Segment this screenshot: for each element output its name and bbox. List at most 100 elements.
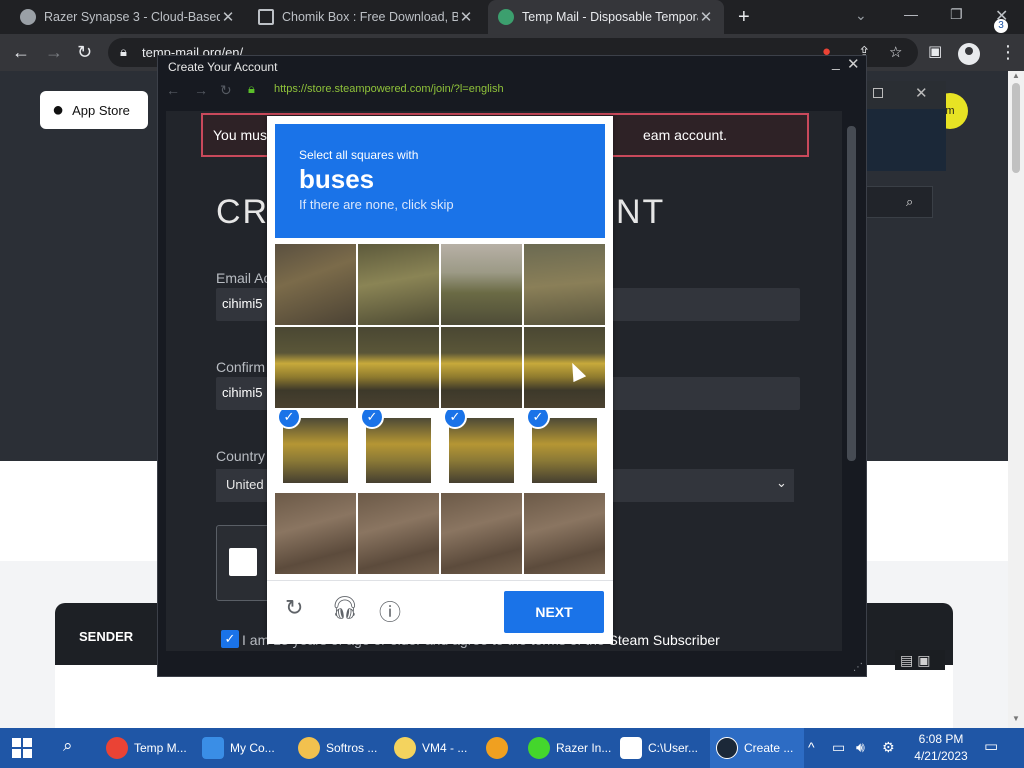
globe-icon [20, 9, 36, 25]
search-icon[interactable]: ⌕ [63, 736, 73, 756]
razer-icon [528, 737, 550, 759]
image-tile[interactable] [275, 327, 356, 408]
sender-column-header: SENDER [79, 629, 134, 644]
network-icon[interactable]: ▭ [832, 739, 845, 756]
taskbar-item-vm4[interactable]: VM4 - ... [388, 728, 482, 768]
image-tile[interactable] [524, 493, 605, 574]
tile-image [275, 493, 356, 574]
image-tile[interactable] [524, 327, 605, 408]
window-scrollbar[interactable] [847, 126, 856, 461]
tab-title: Chomik Box : Free Download, Bo [282, 10, 458, 24]
settings-gear-icon[interactable]: ⚙ [882, 739, 895, 756]
reload-icon[interactable]: ↻ [285, 595, 303, 621]
captcha-widget [216, 525, 274, 601]
side-panel-icon[interactable]: ▣ [928, 42, 942, 60]
image-tile[interactable] [441, 327, 522, 408]
chat-bubble-icon [394, 737, 416, 759]
volume-icon[interactable]: 🔊︎ [856, 739, 865, 756]
view-mode-icons[interactable]: ▤▣ [900, 652, 934, 669]
subscriber-agreement-link[interactable]: Steam Subscriber [609, 632, 720, 648]
maximize-icon[interactable] [873, 88, 883, 98]
tile-image [524, 493, 605, 574]
taskbar-item-razer[interactable]: Razer In... [522, 728, 612, 768]
taskbar-item-my-computer[interactable]: My Co... [196, 728, 290, 768]
forward-icon[interactable]: → [45, 42, 63, 63]
search-icon[interactable]: ⌕ [906, 194, 913, 210]
taskbar-label: C:\User... [648, 741, 699, 755]
headphones-icon[interactable]: 🎧︎ [331, 595, 359, 621]
tab-close-icon[interactable]: ✕ [458, 8, 474, 26]
minimize-icon[interactable]: — [904, 6, 918, 22]
scroll-down-icon[interactable]: ▼ [1012, 714, 1020, 723]
forward-icon[interactable]: → [194, 82, 208, 98]
system-clock[interactable]: 6:08 PM 4/21/2023 [912, 731, 970, 765]
back-icon[interactable]: ← [12, 42, 30, 63]
agree-checkbox[interactable]: ✓ [221, 630, 239, 648]
close-icon[interactable]: ✕ [847, 55, 860, 73]
captcha-checkbox[interactable] [229, 548, 257, 576]
menu-kebab-icon[interactable]: ⋮ [999, 42, 1017, 63]
taskbar-item-7zip[interactable]: C:\User... [614, 728, 708, 768]
tab-chomik-box[interactable]: Chomik Box : Free Download, Bo ✕ [248, 0, 484, 34]
scroll-up-icon[interactable]: ▲ [1012, 71, 1020, 80]
close-icon[interactable]: ✕ [915, 84, 928, 102]
notification-icon[interactable]: ▭ [984, 737, 1006, 759]
restore-icon[interactable]: ❐ [950, 6, 963, 23]
profile-avatar-icon[interactable] [958, 43, 980, 65]
image-tile-selected[interactable]: ✓ [358, 410, 439, 491]
email-label: Email Ac [216, 270, 271, 286]
taskbar-item-chrome[interactable]: Temp M... [100, 728, 194, 768]
bookmark-star-icon[interactable]: ☆ [889, 43, 902, 61]
image-tile[interactable] [358, 493, 439, 574]
chat-bubble-icon [298, 737, 320, 759]
image-tile[interactable] [524, 244, 605, 325]
next-button[interactable]: NEXT [504, 591, 604, 633]
tile-image [441, 244, 522, 325]
chevron-down-icon: ⌄ [776, 475, 787, 490]
tab-close-icon[interactable]: ✕ [698, 8, 714, 26]
back-icon[interactable]: ← [166, 82, 180, 98]
app-store-button[interactable]: ● App Store [40, 91, 148, 129]
tab-temp-mail[interactable]: Temp Mail - Disposable Tempora ✕ [488, 0, 724, 34]
chevron-up-icon[interactable]: ^ [808, 739, 815, 755]
image-tile[interactable] [441, 493, 522, 574]
lock-icon[interactable]: 🔒︎ [120, 44, 127, 60]
page-scrollbar[interactable]: ▲ ▼ [1008, 71, 1024, 728]
info-icon[interactable]: ⓘ [379, 595, 401, 627]
page-title-right: NT [616, 193, 666, 231]
challenge-instruction: Select all squares with [299, 148, 419, 162]
confirm-email-value: cihimi5 [222, 385, 263, 400]
tile-image [441, 327, 522, 408]
resize-grip-icon[interactable]: ⋰ [853, 662, 863, 673]
image-tile[interactable] [358, 327, 439, 408]
new-tab-button[interactable]: + [738, 6, 750, 29]
browser-tab-strip: Razer Synapse 3 - Cloud-Based H ✕ Chomik… [0, 0, 1024, 34]
archive-icon [258, 9, 274, 25]
tab-search-icon[interactable]: ⌄ [855, 7, 867, 24]
image-tile[interactable] [441, 244, 522, 325]
taskbar-item-softros[interactable]: Softros ... [292, 728, 386, 768]
reload-icon[interactable]: ↻ [220, 82, 232, 99]
windows-start-icon[interactable] [12, 738, 32, 758]
taskbar-label: My Co... [230, 741, 275, 755]
image-tile[interactable] [275, 244, 356, 325]
tab-close-icon[interactable]: ✕ [220, 8, 236, 26]
steam-window-background: ✕ [865, 81, 946, 171]
steam-icon [716, 737, 738, 759]
taskbar-item-steam[interactable]: Create ... [710, 728, 804, 768]
image-tile-selected[interactable]: ✓ [441, 410, 522, 491]
image-tile[interactable] [275, 493, 356, 574]
steam-search-field[interactable]: ⌕ [865, 186, 933, 218]
scrollbar-thumb[interactable] [1012, 83, 1020, 173]
tab-title: Razer Synapse 3 - Cloud-Based H [44, 10, 220, 24]
recaptcha-challenge: Select all squares with buses If there a… [267, 116, 613, 644]
minimize-icon[interactable]: _ [832, 54, 840, 70]
image-tile[interactable] [358, 244, 439, 325]
reload-icon[interactable]: ↻ [77, 42, 92, 63]
tile-image [358, 493, 439, 574]
tab-razer-synapse[interactable]: Razer Synapse 3 - Cloud-Based H ✕ [10, 0, 246, 34]
image-tile-selected[interactable]: ✓ [524, 410, 605, 491]
tile-image [524, 244, 605, 325]
taskbar-item-shield[interactable] [480, 728, 520, 768]
image-tile-selected[interactable]: ✓ [275, 410, 356, 491]
